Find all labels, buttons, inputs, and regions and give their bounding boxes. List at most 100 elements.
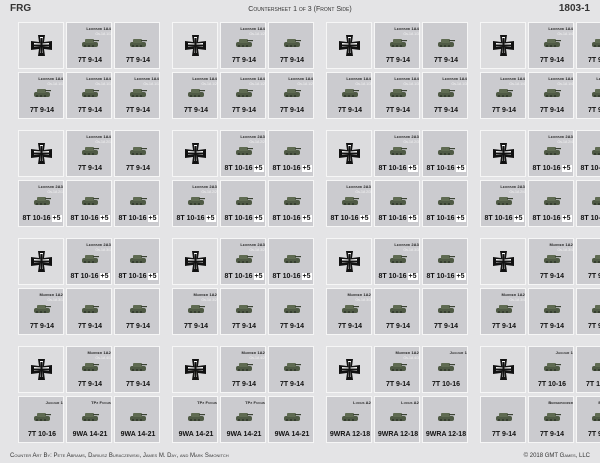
unit-counter[interactable]: 7T 9-14 (480, 396, 526, 443)
unit-counter[interactable]: 8T 10-16+5 (268, 130, 314, 177)
unit-counter[interactable]: Biber AVLB 7T 9-14 (576, 396, 600, 443)
unit-counter[interactable]: Leopard 2A3 Gs-1A 2/2 8T 10-16 +5 (220, 130, 266, 177)
nationality-counter[interactable] (326, 22, 372, 69)
unit-counter[interactable]: 8T 10-16+5 (114, 180, 160, 227)
nationality-counter[interactable] (480, 238, 526, 285)
unit-counter[interactable]: Leopard 2A3 Gs-1A 2/2 8T 10-16 +5 (172, 180, 218, 227)
unit-counter[interactable]: 8T 10-16+5 (576, 180, 600, 227)
unit-counter[interactable]: 9WA 14-21 (114, 396, 160, 443)
unit-counter[interactable]: 8T 10-16+5 (66, 180, 112, 227)
unit-counter[interactable]: Jaguar 1 7T 10-16 (422, 346, 468, 393)
unit-counter[interactable]: 7T 9-14 (114, 130, 160, 177)
nationality-counter[interactable] (18, 130, 64, 177)
unit-counter[interactable]: 8T 10-16+5 (268, 238, 314, 285)
unit-counter[interactable]: Marder 1A2 Gs-1A 4/1 7T 9-14 (66, 346, 112, 393)
unit-counter[interactable]: 7T 9-14 (268, 22, 314, 69)
unit-counter[interactable]: Leopard 1A4 Gs-1A 1/1 7T 9-14 (114, 72, 160, 119)
nationality-counter[interactable] (172, 22, 218, 69)
unit-counter[interactable]: Marder 1A2 Gs-1A 4/2 7T 9-14 (220, 346, 266, 393)
nationality-counter[interactable] (18, 238, 64, 285)
unit-counter[interactable]: 9WRA 12-18 (422, 396, 468, 443)
unit-counter[interactable]: Marder 1A2 Gs-1A 3/3 7T 9-14 (326, 288, 372, 335)
unit-counter[interactable]: 8T 10-16+5 (220, 180, 266, 227)
unit-counter[interactable]: Leopard 1A4Gs-1A 1/47T 9-14 (528, 22, 574, 69)
unit-counter[interactable]: Leopard 1A4 Gs-1A 1/3 7T 9-14 (422, 72, 468, 119)
unit-counter[interactable]: Leopard 2A3 Gs-1A 2/4 8T 10-16 +5 (528, 130, 574, 177)
unit-counter[interactable]: Leopard 1A4 Gs-1A 1/1 7T 9-14 (18, 72, 64, 119)
unit-counter[interactable]: Leopard 2A3 Gs-1A 3/3 8T 10-16 +5 (374, 238, 420, 285)
unit-counter[interactable]: Jaguar 1 7T 10-16 (528, 346, 574, 393)
nationality-counter[interactable] (172, 130, 218, 177)
nationality-counter[interactable] (172, 346, 218, 393)
unit-counter[interactable]: TPz Fuchs 9WA 14-21 (220, 396, 266, 443)
unit-counter[interactable]: Leopard 1A4 Gs-1A 1/1 7T 9-14 (66, 72, 112, 119)
unit-counter[interactable]: Leopard 2A3 Gs-1A 2/1 8T 10-16 +5 (18, 180, 64, 227)
unit-counter[interactable]: 7T 9-14 (114, 288, 160, 335)
unit-counter[interactable]: 8T 10-16+5 (268, 180, 314, 227)
unit-counter[interactable]: 7T 9-14 (114, 22, 160, 69)
unit-counter[interactable]: 7T 9-14 (268, 288, 314, 335)
unit-counter[interactable]: 7T 9-14 (422, 288, 468, 335)
unit-counter[interactable]: 7T 9-14 (576, 238, 600, 285)
unit-counter[interactable]: Leopard 1A4 Gs-1A 1/2 7T 9-14 (268, 72, 314, 119)
unit-counter[interactable]: Jaguar 1 7T 10-16 (576, 346, 600, 393)
unit-counter[interactable]: TPz Fuchs 9WA 14-21 (172, 396, 218, 443)
unit-counter[interactable]: Marder 1A2 Gs-1A 4/3 7T 9-14 (374, 346, 420, 393)
unit-counter[interactable]: 8T 10-16+5 (422, 130, 468, 177)
unit-counter[interactable]: Leopard 2A3 Gs-1A 3/2 8T 10-16 +5 (220, 238, 266, 285)
unit-counter[interactable]: Leopard 2A3 Gs-1A 3/1 8T 10-16 +5 (66, 238, 112, 285)
unit-counter[interactable]: Leopard 1A4 Gs-1A 1/2 7T 9-14 (220, 22, 266, 69)
unit-counter[interactable]: 7T 9-14 (374, 288, 420, 335)
unit-counter[interactable]: 8T 10-16+5 (114, 238, 160, 285)
unit-counter[interactable]: 8T 10-16+5 (528, 180, 574, 227)
unit-counter[interactable]: Marder 1A2 Gs-1A 3/1 7T 9-14 (18, 288, 64, 335)
unit-counter[interactable]: TPz Fuchs 9WA 14-21 (66, 396, 112, 443)
unit-counter[interactable]: Luchs A2 9WRA 12-18 (326, 396, 372, 443)
unit-counter[interactable]: Leopard 1A4 Gs-1A 1/3 7T 9-14 (326, 72, 372, 119)
unit-counter[interactable]: Leopard 1A4 Gs-1A 1/2 7T 9-14 (220, 72, 266, 119)
unit-counter[interactable]: 8T 10-16+5 (422, 238, 468, 285)
unit-counter[interactable]: Leopard 1A4 Gs-1A 1/1 7T 9-14 (66, 22, 112, 69)
nationality-counter[interactable] (480, 22, 526, 69)
nationality-counter[interactable] (326, 346, 372, 393)
unit-counter[interactable]: Luchs A2 9WRA 12-18 (374, 396, 420, 443)
unit-counter[interactable]: 8T 10-16+5 (576, 130, 600, 177)
nationality-counter[interactable] (326, 130, 372, 177)
nationality-counter[interactable] (172, 238, 218, 285)
unit-name: Marder 1A2 (549, 242, 573, 247)
unit-counter[interactable]: 7T 9-14 (220, 288, 266, 335)
unit-counter[interactable]: 8T 10-16+5 (374, 180, 420, 227)
unit-counter[interactable]: 8T 10-16+5 (422, 180, 468, 227)
tank-icon (188, 89, 205, 97)
unit-counter[interactable]: Leopard 1A4 Gs-1A 2/1 7T 9-14 (66, 130, 112, 177)
unit-counter[interactable]: Leopard 1A4Gs-1A 1/47T 9-14 (480, 72, 526, 119)
unit-counter[interactable]: Leopard 1A4 Gs-1A 1/3 7T 9-14 (374, 72, 420, 119)
unit-counter[interactable]: Marder 1A2 Gs-1A 3/2 7T 9-14 (172, 288, 218, 335)
unit-counter[interactable]: 7T 9-14 (576, 288, 600, 335)
unit-counter[interactable]: 7T 9-14 (576, 22, 600, 69)
unit-counter[interactable]: Leopard 1A4 Gs-1A 1/2 7T 9-14 (172, 72, 218, 119)
unit-counter[interactable]: 7T 9-14 (528, 288, 574, 335)
unit-counter[interactable]: 7T 9-14 (66, 288, 112, 335)
unit-counter[interactable]: Marder 1A2 Gs-1A 3/4 7T 9-14 (480, 288, 526, 335)
nationality-counter[interactable] (18, 22, 64, 69)
unit-counter[interactable]: Leopard 2A3 Gs-1A 2/3 8T 10-16 +5 (326, 180, 372, 227)
unit-counter[interactable]: Leopard 2A3 Gs-1A 2/3 8T 10-16 +5 (374, 130, 420, 177)
unit-counter[interactable]: 7T 9-14 (422, 22, 468, 69)
unit-counter[interactable]: Jaguar 1 7T 10-16 (18, 396, 64, 443)
unit-counter[interactable]: Bergepanzer 7T 9-14 (528, 396, 574, 443)
unit-counter[interactable]: Leopard 1A4 Gs-1A 1/3 7T 9-14 (374, 22, 420, 69)
unit-counter[interactable]: 9WA 14-21 (268, 396, 314, 443)
unit-counter[interactable]: Leopard 1A4Gs-1A 1/47T 9-14 (576, 72, 600, 119)
unit-counter[interactable]: Marder 1A2 Gs-1A 3/4 7T 9-14 (528, 238, 574, 285)
tank-icon (82, 147, 99, 155)
unit-counter[interactable]: Leopard 2A3 Gs-1A 2/4 8T 10-16 +5 (480, 180, 526, 227)
unit-stats: 8T 10-16+5 (173, 215, 217, 222)
nationality-counter[interactable] (18, 346, 64, 393)
unit-counter[interactable]: 7T 9-14 (268, 346, 314, 393)
nationality-counter[interactable] (480, 346, 526, 393)
unit-counter[interactable]: 7T 9-14 (114, 346, 160, 393)
nationality-counter[interactable] (326, 238, 372, 285)
nationality-counter[interactable] (480, 130, 526, 177)
unit-counter[interactable]: Leopard 1A4Gs-1A 1/47T 9-14 (528, 72, 574, 119)
